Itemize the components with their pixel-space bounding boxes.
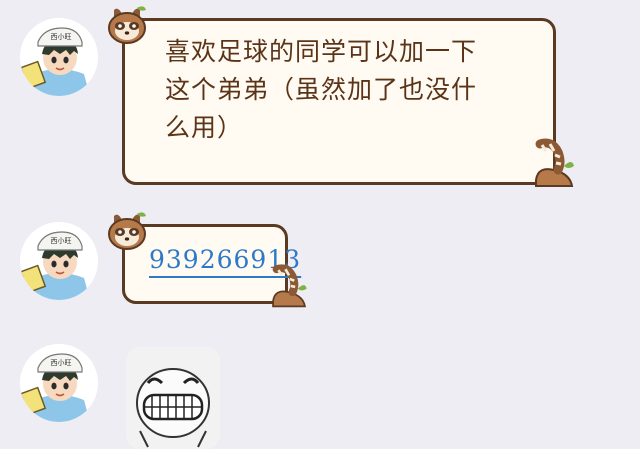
message-text: 喜欢足球的同学可以加一下 这个弟弟（虽然加了也没什 么用）: [165, 37, 478, 142]
svg-text:西小旺: 西小旺: [51, 358, 72, 367]
raccoon-head-icon: [108, 212, 146, 250]
boy-cap-avatar-icon: 西小旺: [20, 344, 98, 422]
raccoon-tail-icon: [535, 138, 574, 187]
boy-cap-avatar-icon: 西小旺: [20, 18, 98, 96]
sender-avatar[interactable]: 西小旺: [20, 18, 98, 96]
svg-text:西小旺: 西小旺: [51, 236, 72, 245]
svg-text:西小旺: 西小旺: [51, 32, 72, 41]
raccoon-head-icon: [108, 6, 146, 44]
sender-avatar[interactable]: 西小旺: [20, 344, 98, 422]
grinning-face-sticker-icon: [126, 347, 220, 449]
raccoon-tail-icon: [272, 264, 307, 308]
message-bubble[interactable]: 喜欢足球的同学可以加一下 这个弟弟（虽然加了也没什 么用）: [122, 18, 556, 185]
sender-avatar[interactable]: 西小旺: [20, 222, 98, 300]
boy-cap-avatar-icon: 西小旺: [20, 222, 98, 300]
sticker-message[interactable]: [126, 347, 220, 449]
